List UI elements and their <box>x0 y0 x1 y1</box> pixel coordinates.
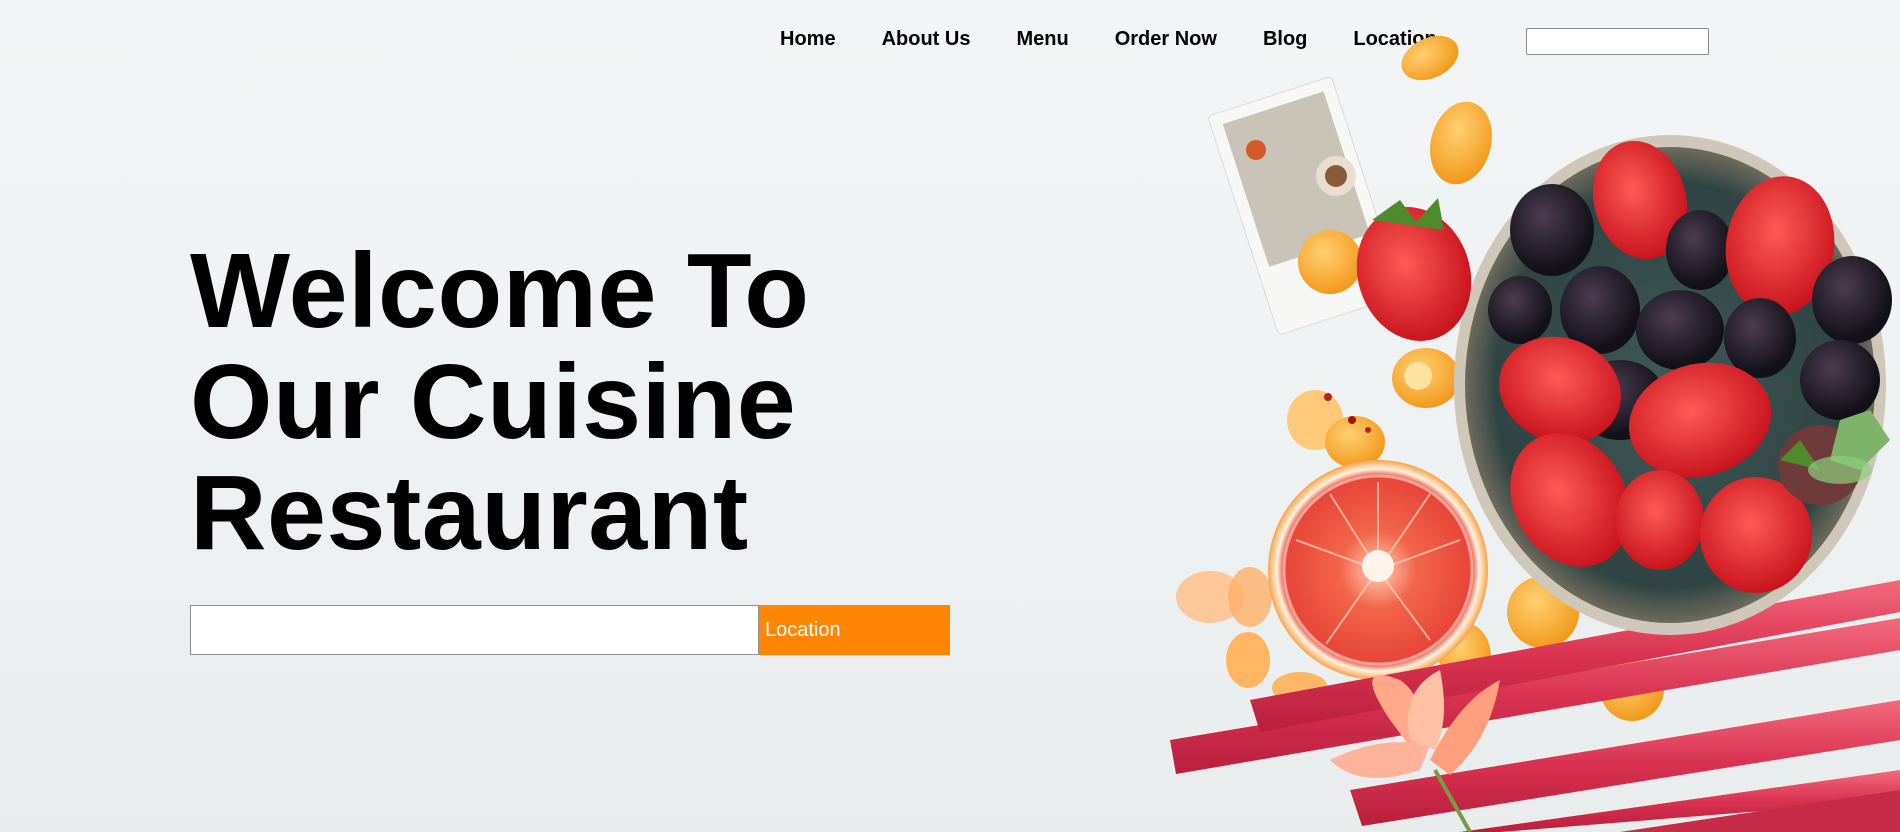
nav-item-menu[interactable]: Menu <box>1016 28 1068 51</box>
hero-title-line-1: Welcome To <box>190 232 810 350</box>
hero-title-line-2: Our Cuisine <box>190 343 797 461</box>
fruit-bowl-image <box>1170 35 1900 832</box>
nav-item-about-us[interactable]: About Us <box>882 28 971 51</box>
nav-item-home[interactable]: Home <box>780 28 836 51</box>
hero-title: Welcome To Our Cuisine Restaurant <box>190 236 950 569</box>
hero-title-line-3: Restaurant <box>190 454 749 572</box>
location-search-input[interactable] <box>190 605 759 655</box>
location-button[interactable]: Location <box>759 605 950 655</box>
